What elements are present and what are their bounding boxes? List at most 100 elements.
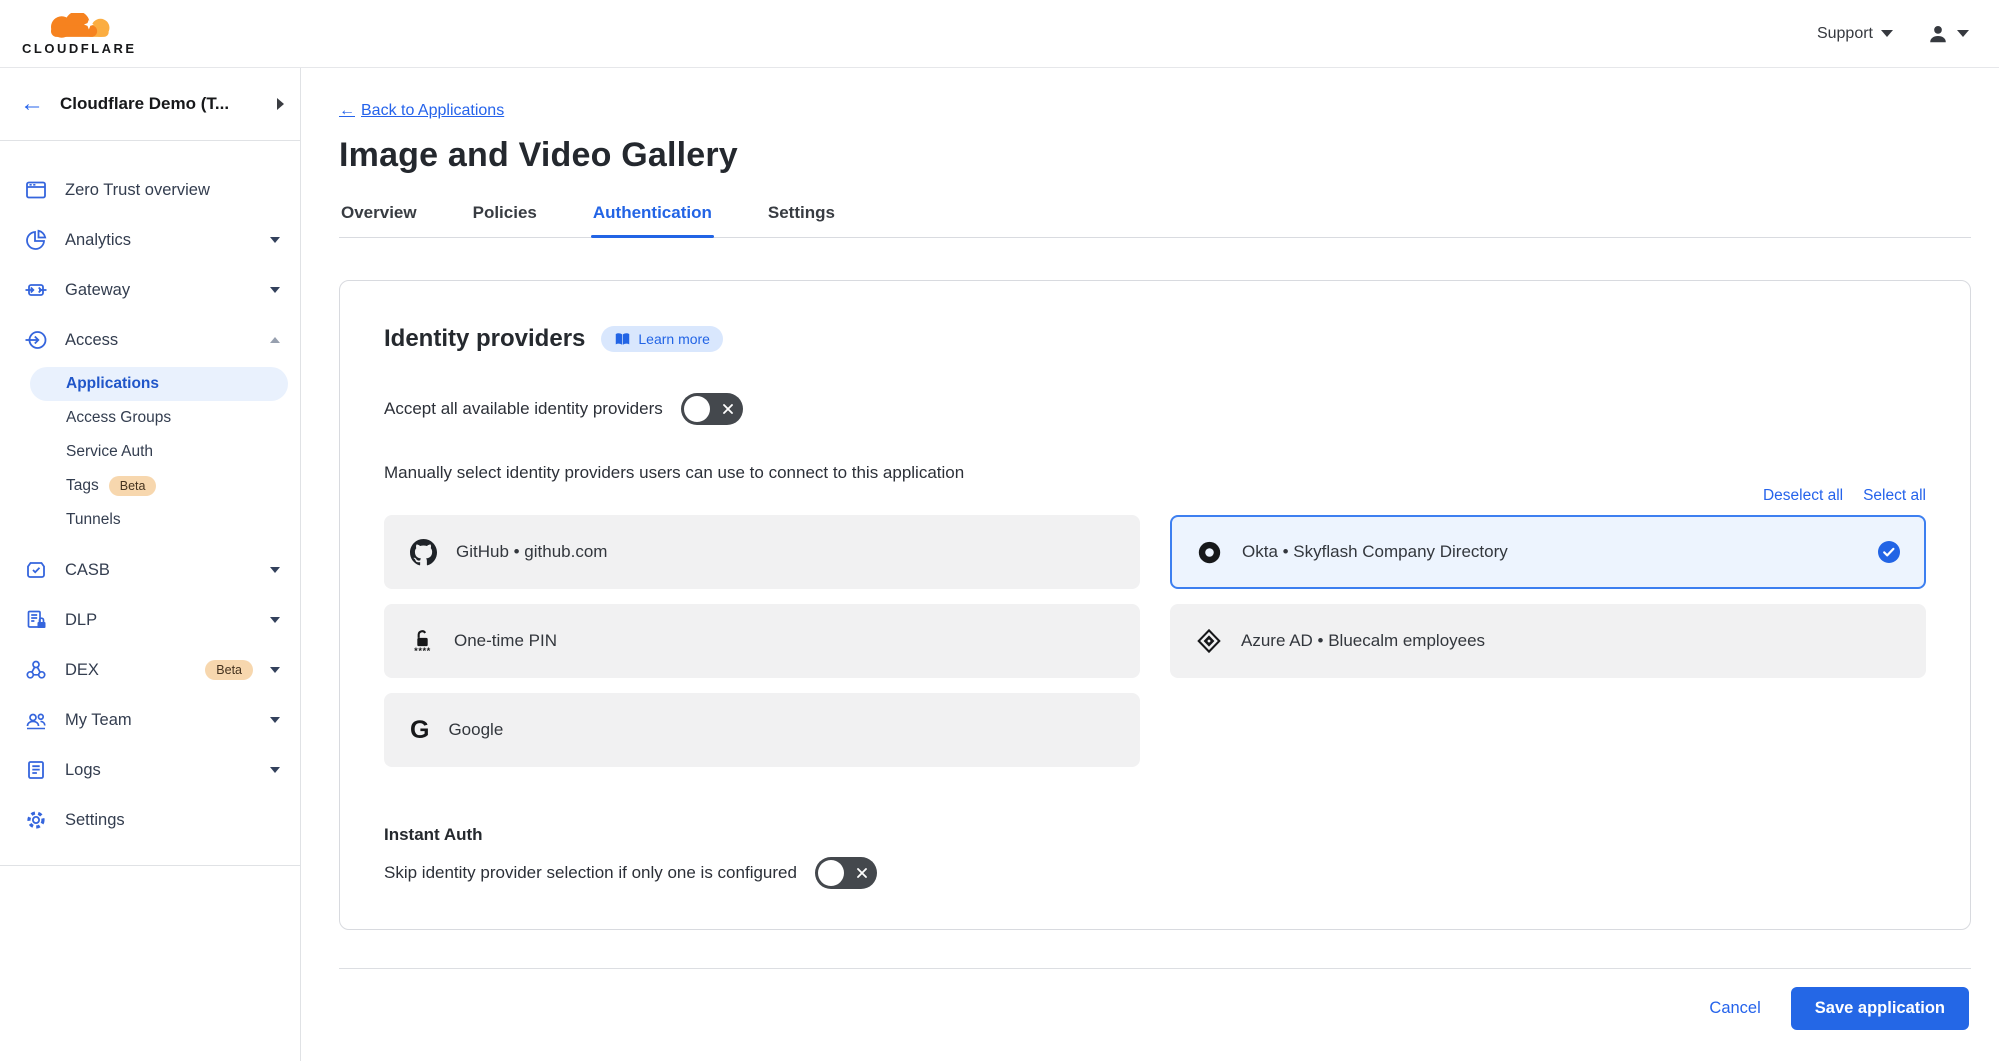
chevron-down-icon xyxy=(1881,30,1893,37)
chevron-down-icon[interactable] xyxy=(270,287,280,293)
chevron-down-icon[interactable] xyxy=(270,717,280,723)
github-icon xyxy=(410,539,437,566)
network-cluster-icon xyxy=(24,658,48,682)
chevron-down-icon[interactable] xyxy=(270,667,280,673)
gateway-icon xyxy=(24,278,48,302)
learn-more-label: Learn more xyxy=(638,331,710,347)
chevron-down-icon[interactable] xyxy=(270,767,280,773)
sidebar-item-settings[interactable]: Settings xyxy=(0,795,300,845)
access-icon xyxy=(24,328,48,352)
provider-card-one-time-pin[interactable]: **** One-time PIN xyxy=(384,604,1140,678)
sidebar: ← Cloudflare Demo (T... Zero Trust overv… xyxy=(0,68,301,1061)
cloudflare-wordmark: CLOUDFLARE xyxy=(22,42,137,55)
support-menu[interactable]: Support xyxy=(1817,25,1893,43)
provider-name: Okta • Skyflash Company Directory xyxy=(1242,542,1859,562)
log-document-icon xyxy=(24,758,48,782)
identity-providers-panel: Identity providers Learn more Accept all… xyxy=(339,280,1971,930)
azure-ad-icon xyxy=(1196,628,1222,654)
toggle-knob xyxy=(684,396,710,422)
chevron-down-icon[interactable] xyxy=(270,567,280,573)
sidebar-item-label: Tunnels xyxy=(66,511,121,529)
svg-text:****: **** xyxy=(414,646,431,655)
cloudflare-logo[interactable]: CLOUDFLARE xyxy=(22,13,137,55)
accept-all-label: Accept all available identity providers xyxy=(384,399,663,419)
chevron-down-icon[interactable] xyxy=(270,617,280,623)
sidebar-item-access-groups[interactable]: Access Groups xyxy=(30,401,288,435)
support-label: Support xyxy=(1817,25,1873,43)
top-bar: CLOUDFLARE Support xyxy=(0,0,1999,68)
sidebar-nav: Zero Trust overview Analytics xyxy=(0,141,300,866)
user-menu[interactable] xyxy=(1927,23,1969,45)
main-content: ← Back to Applications Image and Video G… xyxy=(301,68,1999,1061)
sidebar-item-service-auth[interactable]: Service Auth xyxy=(30,435,288,469)
manual-select-hint: Manually select identity providers users… xyxy=(384,463,1926,483)
beta-badge: Beta xyxy=(109,476,157,496)
footer-actions: Cancel Save application xyxy=(339,969,1971,1030)
provider-name: Azure AD • Bluecalm employees xyxy=(1241,631,1900,651)
sidebar-item-label: Service Auth xyxy=(66,443,153,461)
sidebar-item-tags[interactable]: Tags Beta xyxy=(30,469,288,503)
sidebar-item-analytics[interactable]: Analytics xyxy=(0,215,300,265)
sidebar-item-my-team[interactable]: My Team xyxy=(0,695,300,745)
provider-card-github[interactable]: GitHub • github.com xyxy=(384,515,1140,589)
sidebar-item-label: Analytics xyxy=(65,231,253,250)
chevron-up-icon[interactable] xyxy=(270,337,280,343)
chevron-down-icon[interactable] xyxy=(270,237,280,243)
tab-authentication[interactable]: Authentication xyxy=(591,203,714,237)
provider-name: One-time PIN xyxy=(454,631,1114,651)
tab-policies[interactable]: Policies xyxy=(471,203,539,237)
okta-icon xyxy=(1196,539,1223,566)
access-subnav: Applications Access Groups Service Auth … xyxy=(0,365,300,545)
accept-all-toggle[interactable] xyxy=(681,393,743,425)
provider-card-okta[interactable]: Okta • Skyflash Company Directory xyxy=(1170,515,1926,589)
sidebar-item-gateway[interactable]: Gateway xyxy=(0,265,300,315)
sidebar-item-label: DLP xyxy=(65,611,253,630)
back-arrow-icon[interactable]: ← xyxy=(20,92,44,116)
pie-chart-icon xyxy=(24,228,48,252)
x-icon xyxy=(857,868,867,878)
one-time-pin-lock-icon: **** xyxy=(410,627,435,655)
box-check-icon xyxy=(24,558,48,582)
back-to-applications-link[interactable]: ← Back to Applications xyxy=(339,102,504,120)
sidebar-item-access[interactable]: Access xyxy=(0,315,300,365)
provider-card-azure-ad[interactable]: Azure AD • Bluecalm employees xyxy=(1170,604,1926,678)
page-title: Image and Video Gallery xyxy=(339,136,1971,175)
tab-overview[interactable]: Overview xyxy=(339,203,419,237)
provider-name: Google xyxy=(448,720,1114,740)
sidebar-item-label: Applications xyxy=(66,375,159,393)
provider-grid: GitHub • github.com Okta • Skyflash Comp… xyxy=(384,515,1926,767)
document-lock-icon xyxy=(24,608,48,632)
sidebar-item-dex[interactable]: DEX Beta xyxy=(0,645,300,695)
select-all-link[interactable]: Select all xyxy=(1863,487,1926,505)
deselect-all-link[interactable]: Deselect all xyxy=(1763,487,1843,505)
instant-auth-toggle[interactable] xyxy=(815,857,877,889)
cancel-button[interactable]: Cancel xyxy=(1709,999,1760,1018)
book-icon xyxy=(614,332,631,347)
sidebar-item-label: DEX xyxy=(65,661,188,680)
sidebar-item-applications[interactable]: Applications xyxy=(30,367,288,401)
beta-badge: Beta xyxy=(205,660,253,680)
back-arrow-icon: ← xyxy=(339,102,355,120)
sidebar-item-casb[interactable]: CASB xyxy=(0,545,300,595)
sidebar-item-logs[interactable]: Logs xyxy=(0,745,300,795)
sidebar-item-tunnels[interactable]: Tunnels xyxy=(30,503,288,537)
back-link-label: Back to Applications xyxy=(361,102,504,120)
sidebar-item-dlp[interactable]: DLP xyxy=(0,595,300,645)
save-application-button[interactable]: Save application xyxy=(1791,987,1969,1030)
sidebar-account-header: ← Cloudflare Demo (T... xyxy=(0,68,300,141)
sidebar-item-label: Settings xyxy=(65,811,280,830)
learn-more-badge[interactable]: Learn more xyxy=(601,326,723,352)
account-name[interactable]: Cloudflare Demo (T... xyxy=(60,94,261,114)
provider-card-google[interactable]: G Google xyxy=(384,693,1140,767)
sidebar-divider xyxy=(0,865,300,866)
provider-name: GitHub • github.com xyxy=(456,542,1114,562)
team-icon xyxy=(24,708,48,732)
chevron-right-icon[interactable] xyxy=(277,98,284,110)
panel-heading: Identity providers xyxy=(384,325,585,353)
sidebar-item-zero-trust-overview[interactable]: Zero Trust overview xyxy=(0,165,300,215)
tab-settings[interactable]: Settings xyxy=(766,203,837,237)
user-avatar-icon xyxy=(1927,23,1949,45)
sidebar-item-label: My Team xyxy=(65,711,253,730)
selected-check-icon xyxy=(1878,541,1900,563)
instant-auth-heading: Instant Auth xyxy=(384,825,1926,845)
